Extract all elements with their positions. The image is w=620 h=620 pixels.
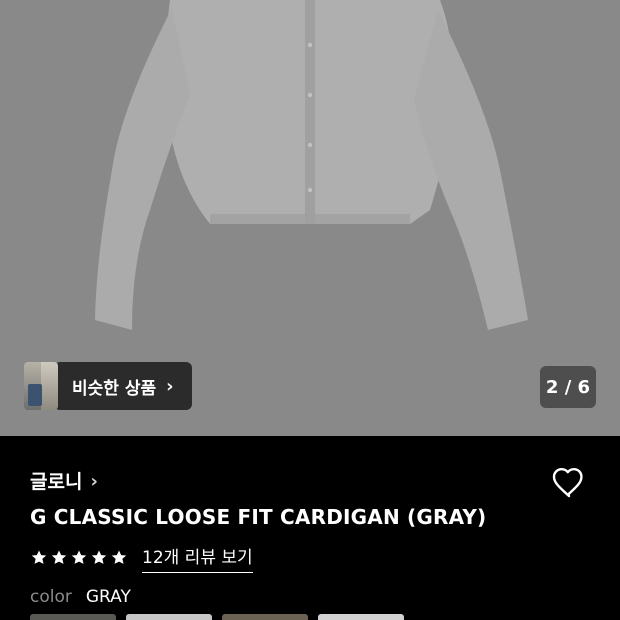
color-swatches [30,614,404,620]
similar-products[interactable]: 비슷한 상품 › [24,362,192,410]
product-image-carousel[interactable]: 비슷한 상품 › 2 / 6 [0,0,620,436]
star-icon [51,550,67,564]
color-value: GRAY [85,587,131,607]
color-swatch[interactable] [30,614,116,620]
similar-products-label: 비슷한 상품 [72,378,157,399]
star-icon [91,550,107,564]
similar-product-thumbnail[interactable] [24,362,58,410]
color-swatch[interactable] [126,614,212,620]
chevron-right-icon: › [166,375,174,397]
similar-products-button[interactable]: 비슷한 상품 › [54,362,192,410]
star-icon [71,550,87,564]
chevron-right-icon: › [90,470,98,492]
review-link[interactable]: 12개 리뷰 보기 [142,543,253,573]
star-icon [111,550,127,564]
color-label: color [30,587,72,607]
brand-link[interactable]: 글로니 › [30,467,98,494]
brand-name: 글로니 [30,471,83,493]
heart-outline-icon[interactable] [551,465,587,501]
image-counter: 2 / 6 [540,366,596,408]
color-row: color GRAY [30,587,131,607]
star-icon [31,550,47,564]
color-swatch[interactable] [222,614,308,620]
star-rating [30,549,128,567]
rating-row: 12개 리뷰 보기 [30,543,253,573]
product-title: G CLASSIC LOOSE FIT CARDIGAN (GRAY) [30,505,487,529]
color-swatch[interactable] [318,614,404,620]
